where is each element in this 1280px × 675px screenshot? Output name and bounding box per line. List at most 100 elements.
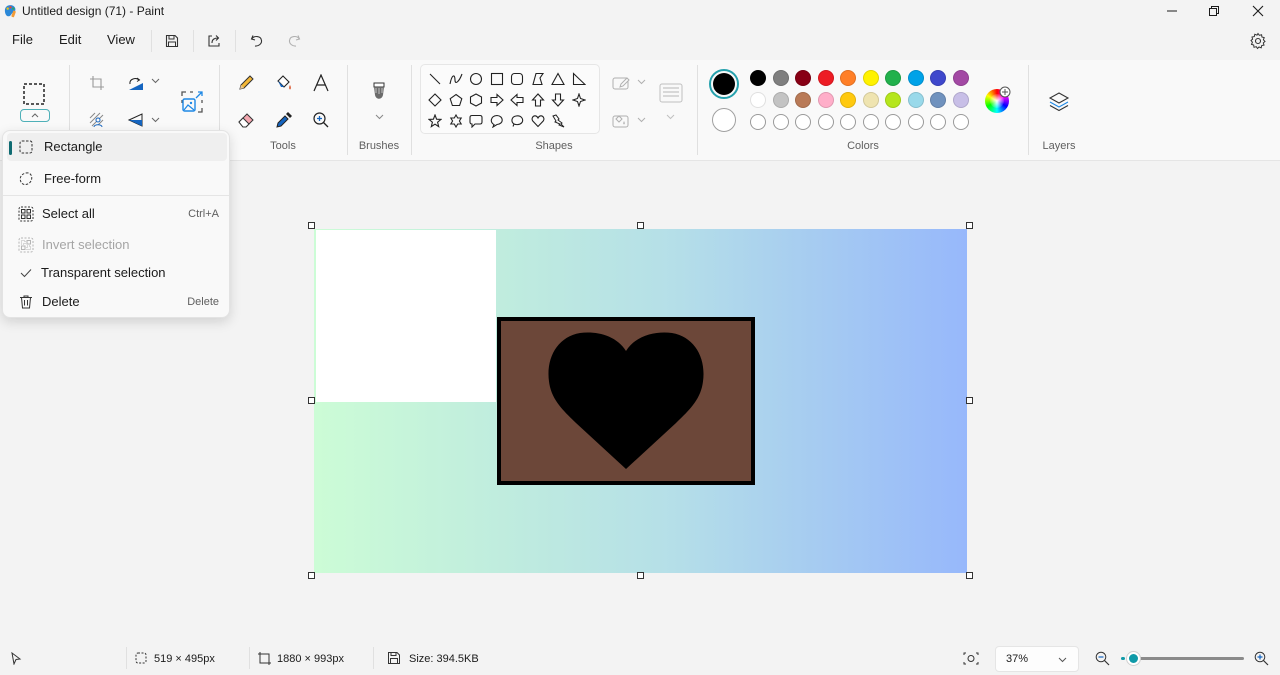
primary-color-button[interactable] bbox=[709, 69, 739, 99]
shape-five-point-star[interactable] bbox=[427, 113, 443, 129]
shape-pentagon[interactable] bbox=[448, 92, 464, 108]
color-swatch[interactable] bbox=[772, 92, 789, 108]
close-button[interactable] bbox=[1236, 0, 1280, 22]
menu-item-rectangle[interactable]: Rectangle bbox=[7, 133, 227, 161]
rotate-chevron-down-icon[interactable] bbox=[151, 78, 160, 84]
menu-item-transparent-selection[interactable]: Transparent selection bbox=[7, 259, 227, 287]
save-button[interactable] bbox=[160, 29, 184, 53]
resize-handle-bottom[interactable] bbox=[637, 572, 644, 579]
shape-diamond[interactable] bbox=[427, 92, 443, 108]
shape-triangle[interactable] bbox=[550, 71, 566, 87]
brushes-chevron-down-icon[interactable] bbox=[375, 114, 384, 120]
custom-color-slot[interactable] bbox=[772, 114, 789, 130]
remove-background-button[interactable] bbox=[87, 110, 107, 130]
shape-right-arrow[interactable] bbox=[489, 92, 505, 108]
shape-rounded-rectangle[interactable] bbox=[509, 71, 525, 87]
shape-down-arrow[interactable] bbox=[550, 92, 566, 108]
layers-button[interactable] bbox=[1046, 89, 1072, 115]
shape-hexagon[interactable] bbox=[468, 92, 484, 108]
resize-button[interactable] bbox=[178, 88, 206, 116]
color-swatch[interactable] bbox=[862, 92, 879, 108]
flip-button[interactable] bbox=[125, 110, 147, 130]
outline-chevron-down-icon[interactable] bbox=[637, 79, 646, 85]
text-tool[interactable] bbox=[310, 72, 332, 94]
zoom-slider-track[interactable] bbox=[1134, 657, 1244, 660]
brushes-button[interactable] bbox=[368, 80, 390, 106]
color-picker-tool[interactable] bbox=[273, 109, 295, 131]
shape-cloud-callout[interactable] bbox=[509, 113, 525, 129]
shape-oval[interactable] bbox=[468, 71, 484, 87]
menu-item-free-form[interactable]: Free-form bbox=[7, 165, 227, 193]
menu-view[interactable]: View bbox=[107, 32, 135, 47]
fit-to-window-icon[interactable] bbox=[963, 652, 979, 665]
menu-item-invert-selection[interactable]: Invert selection bbox=[7, 231, 227, 259]
undo-button[interactable] bbox=[245, 29, 269, 53]
custom-color-slot[interactable] bbox=[907, 114, 924, 130]
zoom-in-icon[interactable] bbox=[1254, 651, 1269, 666]
pencil-tool[interactable] bbox=[235, 72, 257, 94]
resize-handle-top-right[interactable] bbox=[966, 222, 973, 229]
shape-heart[interactable] bbox=[530, 113, 546, 129]
line-size-button[interactable] bbox=[657, 82, 685, 104]
color-swatch[interactable] bbox=[772, 70, 789, 86]
shape-oval-callout[interactable] bbox=[489, 113, 505, 129]
share-button[interactable] bbox=[202, 29, 226, 53]
selection-dropdown-toggle[interactable] bbox=[20, 109, 50, 122]
color-swatch[interactable] bbox=[795, 92, 811, 108]
menu-edit[interactable]: Edit bbox=[59, 32, 81, 47]
shape-line[interactable] bbox=[427, 71, 443, 87]
menu-item-delete[interactable]: Delete Delete bbox=[7, 288, 227, 316]
custom-color-slot[interactable] bbox=[952, 114, 969, 130]
magnifier-tool[interactable] bbox=[310, 109, 332, 131]
shape-rounded-callout[interactable] bbox=[468, 113, 484, 129]
flip-chevron-down-icon[interactable] bbox=[151, 117, 160, 123]
resize-handle-top[interactable] bbox=[637, 222, 644, 229]
color-swatch[interactable] bbox=[817, 70, 834, 86]
eraser-tool[interactable] bbox=[235, 109, 257, 131]
shape-four-point-star[interactable] bbox=[571, 92, 587, 108]
color-swatch[interactable] bbox=[750, 70, 766, 86]
color-swatch[interactable] bbox=[930, 70, 946, 86]
color-swatch[interactable] bbox=[952, 70, 969, 86]
shape-lightning[interactable] bbox=[550, 113, 566, 129]
zoom-slider-thumb[interactable] bbox=[1127, 652, 1140, 665]
fill-chevron-down-icon[interactable] bbox=[637, 117, 646, 123]
shape-six-point-star[interactable] bbox=[448, 113, 464, 129]
shape-outline-button[interactable] bbox=[610, 72, 632, 94]
rotate-button[interactable] bbox=[125, 73, 147, 93]
custom-color-slot[interactable] bbox=[795, 114, 811, 130]
custom-color-slot[interactable] bbox=[750, 114, 766, 130]
shape-right-triangle[interactable] bbox=[571, 71, 587, 87]
shape-left-arrow[interactable] bbox=[509, 92, 525, 108]
color-swatch[interactable] bbox=[862, 70, 879, 86]
restore-button[interactable] bbox=[1192, 0, 1236, 22]
color-swatch[interactable] bbox=[750, 92, 766, 108]
color-swatch[interactable] bbox=[840, 92, 856, 108]
resize-handle-bottom-right[interactable] bbox=[966, 572, 973, 579]
resize-handle-left[interactable] bbox=[308, 397, 315, 404]
line-size-chevron-down-icon[interactable] bbox=[666, 114, 675, 120]
settings-button[interactable] bbox=[1246, 29, 1270, 53]
shape-polygon[interactable] bbox=[530, 71, 546, 87]
custom-color-slot[interactable] bbox=[817, 114, 834, 130]
color-swatch[interactable] bbox=[930, 92, 946, 108]
zoom-out-icon[interactable] bbox=[1095, 651, 1110, 666]
minimize-button[interactable] bbox=[1150, 0, 1194, 22]
color-swatch[interactable] bbox=[885, 92, 901, 108]
resize-handle-top-left[interactable] bbox=[308, 222, 315, 229]
menu-file[interactable]: File bbox=[12, 32, 33, 47]
zoom-level-dropdown[interactable]: 37% bbox=[995, 646, 1079, 672]
edit-colors-button[interactable] bbox=[985, 86, 1011, 113]
custom-color-slot[interactable] bbox=[862, 114, 879, 130]
custom-color-slot[interactable] bbox=[885, 114, 901, 130]
shape-rectangle[interactable] bbox=[489, 71, 505, 87]
color-swatch[interactable] bbox=[907, 70, 924, 86]
shape-fill-button[interactable] bbox=[610, 109, 632, 131]
resize-handle-right[interactable] bbox=[966, 397, 973, 404]
menu-item-select-all[interactable]: Select all Ctrl+A bbox=[7, 200, 227, 228]
selection-tool-button[interactable] bbox=[20, 80, 48, 108]
color-swatch[interactable] bbox=[952, 92, 969, 108]
shape-curve[interactable] bbox=[448, 71, 464, 87]
heart-shape[interactable] bbox=[546, 331, 706, 471]
color-swatch[interactable] bbox=[817, 92, 834, 108]
